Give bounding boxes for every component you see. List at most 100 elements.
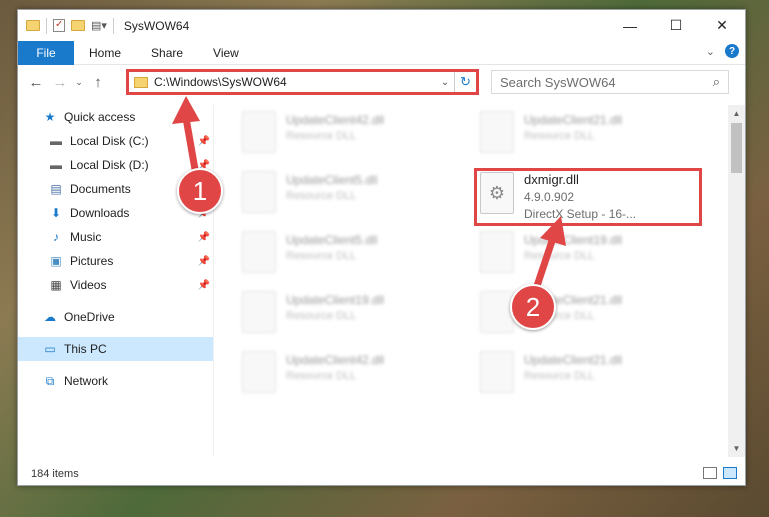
item-count: 184 items bbox=[31, 468, 79, 480]
back-icon[interactable]: ← bbox=[24, 74, 48, 91]
chevron-down-icon[interactable]: ⌄ bbox=[436, 77, 454, 88]
file-description: DirectX Setup - 16-... bbox=[524, 207, 637, 221]
scroll-down-icon[interactable]: ▼ bbox=[728, 440, 745, 457]
search-placeholder: Search SysWOW64 bbox=[500, 74, 616, 90]
sidebar-item-videos[interactable]: ▦ Videos 📌 bbox=[18, 273, 213, 297]
quick-access-toolbar: ▤▾ bbox=[18, 17, 114, 34]
dll-file-icon bbox=[480, 231, 514, 273]
file-item[interactable]: UpdateClient5.dll Resource DLL bbox=[242, 229, 462, 279]
pin-icon[interactable]: 📌 bbox=[198, 280, 210, 291]
file-item[interactable]: UpdateClient21.dll Resource DLL bbox=[480, 349, 700, 399]
file-item[interactable]: UpdateClient21.dll Resource DLL bbox=[480, 109, 700, 159]
details-view-icon[interactable] bbox=[703, 467, 717, 479]
new-folder-icon[interactable] bbox=[71, 20, 85, 31]
tiles-view-icon[interactable] bbox=[723, 467, 737, 479]
dll-file-icon bbox=[480, 291, 514, 333]
file-item[interactable]: UpdateClient19.dll Resource DLL bbox=[242, 289, 462, 339]
download-icon: ⬇ bbox=[50, 206, 62, 220]
sidebar-item-label: Pictures bbox=[70, 254, 114, 268]
vertical-scrollbar[interactable]: ▲ ▼ bbox=[728, 105, 745, 457]
tab-share[interactable]: Share bbox=[136, 46, 198, 60]
sidebar-item-this-pc[interactable]: ▭ This PC bbox=[18, 337, 213, 361]
status-bar: 184 items bbox=[18, 463, 745, 485]
sidebar-item-label: Documents bbox=[70, 182, 131, 196]
navigation-bar: ← → ⌄ ↑ C:\Windows\SysWOW64 ⌄ ↻ Search S… bbox=[18, 65, 745, 99]
file-item[interactable]: UpdateClient19.dll Resource DLL bbox=[480, 229, 700, 279]
file-type: Resource DLL bbox=[524, 370, 595, 382]
dll-file-icon bbox=[242, 291, 276, 333]
sidebar-item-network[interactable]: ⧉ Network bbox=[18, 369, 213, 393]
tab-home[interactable]: Home bbox=[74, 46, 136, 60]
help-icon[interactable]: ? bbox=[725, 44, 739, 58]
pin-icon[interactable]: 📌 bbox=[198, 136, 210, 147]
tab-view[interactable]: View bbox=[198, 46, 254, 60]
search-input[interactable]: Search SysWOW64 ⌕ bbox=[491, 70, 729, 94]
sidebar-item-onedrive[interactable]: ☁ OneDrive bbox=[18, 305, 213, 329]
dll-file-icon bbox=[480, 111, 514, 153]
star-icon: ★ bbox=[44, 110, 56, 124]
scroll-thumb[interactable] bbox=[731, 123, 742, 173]
file-name: UpdateClient19.dll bbox=[524, 233, 623, 247]
folder-icon bbox=[134, 76, 148, 88]
recent-locations-icon[interactable]: ⌄ bbox=[72, 77, 86, 88]
explorer-window: ▤▾ SysWOW64 — ☐ ✕ File Home Share View ⌄… bbox=[17, 9, 746, 486]
dll-file-icon bbox=[242, 351, 276, 393]
search-icon[interactable]: ⌕ bbox=[713, 74, 720, 90]
up-icon[interactable]: ↑ bbox=[86, 74, 110, 91]
address-bar[interactable]: C:\Windows\SysWOW64 ⌄ ↻ bbox=[126, 69, 479, 95]
file-item[interactable]: UpdateClient42.dll Resource DLL bbox=[242, 109, 462, 159]
pin-icon[interactable]: 📌 bbox=[198, 232, 210, 243]
sidebar-item-label: Videos bbox=[70, 278, 107, 292]
dll-file-icon bbox=[480, 351, 514, 393]
forward-icon[interactable]: → bbox=[48, 74, 72, 91]
sidebar-item-label: OneDrive bbox=[64, 310, 115, 324]
scroll-up-icon[interactable]: ▲ bbox=[728, 105, 745, 122]
documents-icon: ▤ bbox=[50, 182, 62, 196]
file-item[interactable]: UpdateClient5.dll Resource DLL bbox=[242, 169, 462, 219]
file-list: UpdateClient42.dll Resource DLL UpdateCli… bbox=[228, 105, 728, 457]
sidebar-item-label: Network bbox=[64, 374, 109, 388]
customize-toolbar-icon[interactable]: ▤▾ bbox=[91, 19, 107, 32]
sidebar-item-label: Downloads bbox=[70, 206, 130, 220]
pane-divider[interactable] bbox=[213, 105, 214, 457]
network-icon: ⧉ bbox=[45, 373, 55, 388]
file-name: UpdateClient42.dll bbox=[286, 113, 385, 127]
sidebar-item-music[interactable]: ♪ Music 📌 bbox=[18, 225, 213, 249]
file-item[interactable]: UpdateClient42.dll Resource DLL bbox=[242, 349, 462, 399]
pin-icon[interactable]: 📌 bbox=[198, 256, 210, 267]
sidebar-item-label: Music bbox=[70, 230, 102, 244]
expand-ribbon-icon[interactable]: ⌄ bbox=[706, 45, 715, 58]
file-name: UpdateClient19.dll bbox=[286, 293, 385, 307]
address-path[interactable]: C:\Windows\SysWOW64 bbox=[154, 75, 436, 89]
sidebar-item-label: This PC bbox=[64, 342, 107, 356]
navigation-pane: ★ Quick access ▬ Local Disk (C:) 📌 ▬ Loc… bbox=[18, 105, 213, 457]
sidebar-item-pictures[interactable]: ▣ Pictures 📌 bbox=[18, 249, 213, 273]
sidebar-item-local-disk-c[interactable]: ▬ Local Disk (C:) 📌 bbox=[18, 129, 213, 153]
file-type: Resource DLL bbox=[286, 190, 357, 202]
file-type: Resource DLL bbox=[286, 310, 357, 322]
step-badge-2: 2 bbox=[510, 284, 556, 330]
properties-icon[interactable] bbox=[53, 19, 65, 32]
separator bbox=[46, 17, 47, 34]
file-name: UpdateClient42.dll bbox=[286, 353, 385, 367]
dll-file-icon bbox=[242, 111, 276, 153]
file-type: Resource DLL bbox=[286, 130, 357, 142]
videos-icon: ▦ bbox=[50, 278, 62, 292]
dll-settings-icon: ⚙ bbox=[480, 172, 514, 214]
separator bbox=[112, 17, 114, 34]
file-item-dxmigr[interactable]: ⚙ dxmigr.dll 4.9.0.902 DirectX Setup - 1… bbox=[480, 172, 636, 221]
close-button[interactable]: ✕ bbox=[699, 10, 745, 41]
refresh-icon[interactable]: ↻ bbox=[454, 72, 476, 92]
minimize-button[interactable]: — bbox=[607, 10, 653, 41]
file-name: UpdateClient5.dll bbox=[286, 233, 378, 247]
file-name: UpdateClient5.dll bbox=[286, 173, 378, 187]
file-name: UpdateClient21.dll bbox=[524, 113, 623, 127]
sidebar-item-quick-access[interactable]: ★ Quick access bbox=[18, 105, 213, 129]
folder-icon bbox=[26, 20, 40, 31]
sidebar-item-label: Local Disk (D:) bbox=[70, 158, 149, 172]
sidebar-item-label: Quick access bbox=[64, 110, 136, 124]
file-type: Resource DLL bbox=[286, 370, 357, 382]
maximize-button[interactable]: ☐ bbox=[653, 10, 699, 41]
file-type: Resource DLL bbox=[524, 250, 595, 262]
tab-file[interactable]: File bbox=[18, 40, 74, 65]
